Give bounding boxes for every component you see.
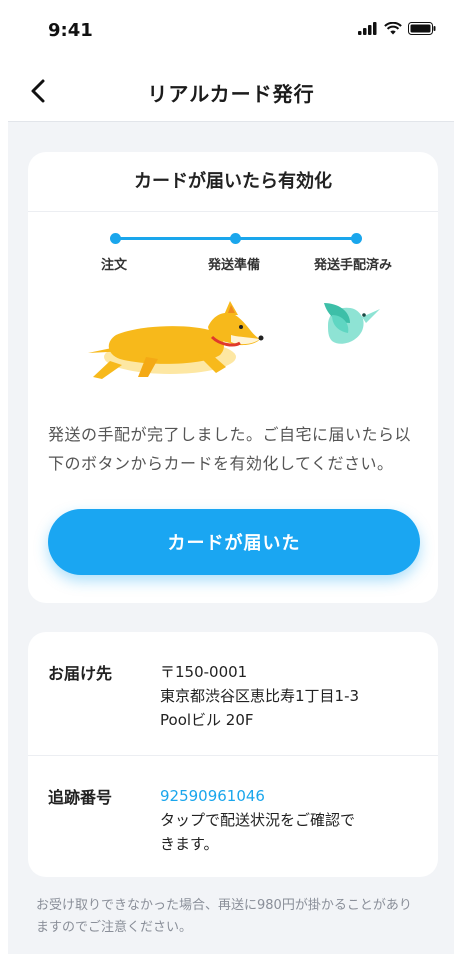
- signal-icon: [358, 22, 377, 35]
- delivery-info-card: お届け先 〒150-0001 東京都渋谷区恵比寿1丁目1-3 Poolビル 20…: [28, 632, 438, 877]
- redelivery-fee-note: お受け取りできなかった場合、再送に980円が掛かることがありますのでご注意くださ…: [36, 898, 412, 935]
- step-label-shipped: 発送手配済み: [314, 258, 393, 273]
- activation-description: 発送の手配が完了しました。ご自宅に届いたら以下のボタンからカードを有効化してくだ…: [48, 425, 412, 473]
- status-time: 9:41: [48, 20, 93, 41]
- step-label-ordered: 注文: [101, 258, 128, 273]
- status-bar: 9:41: [8, 0, 454, 60]
- tracking-info: 92590961046 タップで配送状況をご確認で きます。: [160, 784, 355, 856]
- tracking-row: 追跡番号 92590961046 タップで配送状況をご確認で きます。: [28, 756, 438, 877]
- app-screen: 9:41 リアルカード発行 カードが届いたら有効化 注文 発送準備 発送手配済み…: [8, 0, 454, 954]
- step-label-preparing: 発送準備: [208, 258, 261, 273]
- delivery-address: 〒150-0001 東京都渋谷区恵比寿1丁目1-3 Poolビル 20F: [160, 660, 359, 732]
- card-arrived-button[interactable]: カードが届いた: [48, 509, 420, 575]
- address-line-2: Poolビル 20F: [160, 711, 254, 729]
- tracking-number-link[interactable]: 92590961046: [160, 784, 355, 808]
- postal-code: 〒150-0001: [160, 663, 248, 681]
- tracking-note-line-1: タップで配送状況をご確認で: [160, 811, 356, 829]
- step-dot-preparing: [230, 233, 241, 244]
- wifi-icon: [384, 22, 402, 35]
- status-icons: [358, 22, 436, 35]
- step-dot-ordered: [110, 233, 121, 244]
- address-line-1: 東京都渋谷区恵比寿1丁目1-3: [160, 687, 360, 705]
- tracking-note-line-2: きます。: [160, 835, 219, 853]
- activation-card: カードが届いたら有効化 注文 発送準備 発送手配済み 発送の手配が完了しました。…: [28, 152, 438, 603]
- delivery-illustration: [88, 301, 380, 379]
- delivery-address-label: お届け先: [48, 664, 113, 683]
- tracking-label: 追跡番号: [48, 788, 113, 807]
- page-title: リアルカード発行: [147, 82, 315, 106]
- battery-icon: [408, 22, 436, 35]
- navigation-bar: リアルカード発行: [8, 60, 454, 122]
- bird-illustration: [324, 303, 380, 344]
- delivery-address-row: お届け先 〒150-0001 東京都渋谷区恵比寿1丁目1-3 Poolビル 20…: [28, 632, 438, 756]
- activation-card-title: カードが届いたら有効化: [28, 152, 438, 212]
- corgi-illustration: [88, 301, 264, 379]
- progress-stepper: 注文 発送準備 発送手配済み: [28, 230, 438, 273]
- step-dot-shipped: [351, 233, 362, 244]
